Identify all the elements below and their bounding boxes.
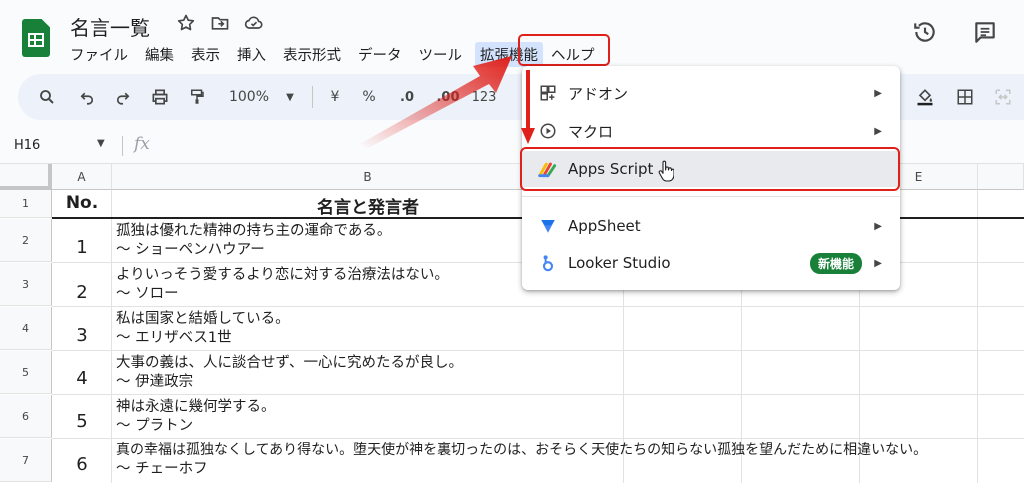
- redo-icon[interactable]: [112, 84, 134, 110]
- name-box-caret-icon[interactable]: ▼: [97, 138, 105, 149]
- menu-item-label: Looker Studio: [568, 254, 671, 272]
- cloud-saved-icon[interactable]: [244, 13, 264, 33]
- cell-author[interactable]: 〜 エリザベス1世: [116, 328, 232, 348]
- sheets-logo-icon[interactable]: [22, 19, 50, 57]
- borders-icon[interactable]: [954, 84, 976, 110]
- star-icon[interactable]: [176, 13, 196, 33]
- name-box[interactable]: H16: [14, 138, 40, 153]
- fx-icon: fx: [134, 134, 150, 154]
- paint-format-icon[interactable]: [186, 84, 208, 110]
- title-actions: [176, 13, 264, 33]
- pointer-arrow-icon: [360, 56, 512, 148]
- menu-edit[interactable]: 編集: [145, 42, 174, 67]
- cell-author[interactable]: 〜 ソロー: [116, 284, 179, 304]
- looker-studio-icon: [538, 253, 558, 273]
- row-header-4[interactable]: 4: [0, 307, 52, 350]
- menu-item-macros[interactable]: マクロ ▶: [522, 113, 900, 149]
- comments-icon[interactable]: [972, 19, 998, 45]
- header-actions: [912, 19, 998, 45]
- select-all-corner[interactable]: [0, 164, 52, 190]
- cell-quote[interactable]: 真の幸福は孤独なくしてあり得ない。堕天使が神を裏切ったのは、おそらく天使たちの知…: [116, 440, 927, 460]
- cell-no[interactable]: 4: [53, 368, 111, 389]
- header-cell-no[interactable]: No.: [53, 193, 111, 213]
- submenu-arrow-icon: ▶: [874, 257, 882, 269]
- version-history-icon[interactable]: [912, 19, 938, 45]
- row-header-7[interactable]: 7: [0, 439, 52, 482]
- column-header-a[interactable]: A: [52, 164, 112, 190]
- cell-no[interactable]: 2: [53, 282, 111, 303]
- cell-quote[interactable]: よりいっそう愛するより恋に対する治療法はない。: [116, 265, 449, 285]
- row-header-1[interactable]: 1: [0, 190, 52, 218]
- grid-row-line: [52, 306, 1024, 307]
- fill-color-icon[interactable]: [914, 84, 936, 110]
- column-header-f[interactable]: [978, 164, 1024, 190]
- zoom-select[interactable]: 100%: [226, 84, 272, 110]
- cell-no[interactable]: 3: [53, 325, 111, 346]
- submenu-arrow-icon: ▶: [874, 125, 882, 137]
- formula-separator: [122, 136, 123, 156]
- grid-column-line: [111, 190, 112, 483]
- cell-author[interactable]: 〜 プラトン: [116, 416, 193, 436]
- row-header-3[interactable]: 3: [0, 263, 52, 306]
- menu-insert[interactable]: 挿入: [237, 42, 266, 67]
- grid-row-line: [52, 350, 1024, 351]
- cell-quote[interactable]: 私は国家と結婚している。: [116, 309, 290, 329]
- macro-play-icon: [538, 121, 558, 141]
- menu-format[interactable]: 表示形式: [283, 42, 341, 67]
- addon-icon: [538, 83, 558, 103]
- undo-icon[interactable]: [76, 84, 98, 110]
- apps-script-highlight-box: [520, 147, 900, 191]
- cell-author[interactable]: 〜 チェーホフ: [116, 459, 208, 479]
- cell-author[interactable]: 〜 伊達政宗: [116, 372, 193, 392]
- submenu-arrow-icon: ▶: [874, 220, 882, 232]
- row-header-6[interactable]: 6: [0, 395, 52, 438]
- menu-item-label: マクロ: [568, 122, 614, 141]
- menu-item-label: AppSheet: [568, 217, 641, 235]
- menu-item-label: アドオン: [568, 84, 629, 103]
- cell-quote[interactable]: 神は永遠に幾何学する。: [116, 397, 276, 417]
- grid-row-line: [52, 394, 1024, 395]
- appsheet-icon: [538, 216, 558, 236]
- row-header-2[interactable]: 2: [0, 219, 52, 262]
- cell-no[interactable]: 1: [53, 237, 111, 258]
- menu-file[interactable]: ファイル: [70, 42, 128, 67]
- cell-quote[interactable]: 孤独は優れた精神の持ち主の運命である。: [116, 221, 391, 241]
- cell-no[interactable]: 5: [53, 411, 111, 432]
- new-feature-badge: 新機能: [809, 252, 862, 274]
- document-title[interactable]: 名言一覧: [70, 12, 150, 41]
- zoom-caret-icon[interactable]: ▼: [284, 84, 296, 110]
- cell-no[interactable]: 6: [53, 454, 111, 475]
- menu-view[interactable]: 表示: [191, 42, 220, 67]
- extensions-highlight-box: [518, 34, 610, 66]
- menu-item-appsheet[interactable]: AppSheet ▶: [522, 208, 900, 244]
- cell-author[interactable]: 〜 ショーペンハウアー: [116, 240, 265, 260]
- toolbar-separator: [312, 86, 313, 108]
- menu-item-looker-studio[interactable]: Looker Studio 新機能 ▶: [522, 245, 900, 281]
- merge-cells-icon[interactable]: [992, 84, 1014, 110]
- grid-column-line: [977, 190, 978, 483]
- search-menus-icon[interactable]: [36, 84, 58, 110]
- sheets-window: 名言一覧 ファイル 編集 表示 挿入 表示形式 データ ツール 拡張機能 ヘルプ: [0, 0, 1024, 483]
- red-down-arrow-icon: [521, 70, 535, 144]
- cell-quote[interactable]: 大事の義は、人に談合せず、一心に究めたるが良し。: [116, 353, 463, 373]
- print-icon[interactable]: [148, 84, 172, 110]
- row-header-5[interactable]: 5: [0, 351, 52, 394]
- menu-separator: [522, 196, 900, 197]
- grid-row-line: [52, 438, 1024, 439]
- submenu-arrow-icon: ▶: [874, 87, 882, 99]
- move-folder-icon[interactable]: [210, 13, 230, 33]
- menu-item-addons[interactable]: アドオン ▶: [522, 75, 900, 111]
